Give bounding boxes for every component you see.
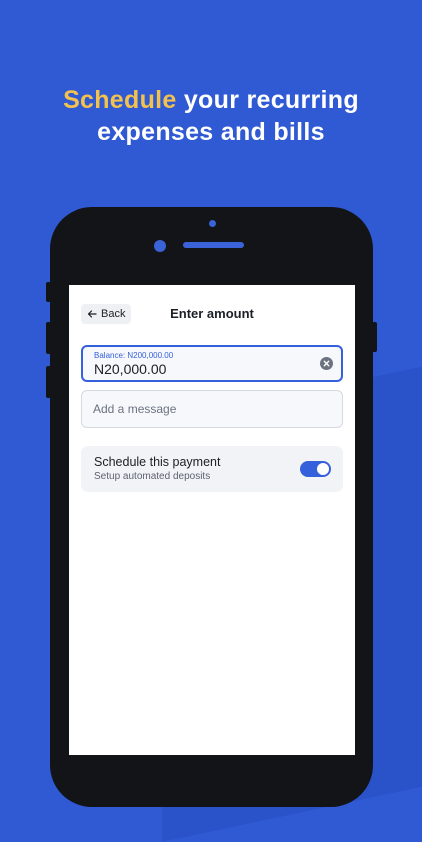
app-screen: Back Enter amount Balance: N200,000.00 N…: [69, 285, 355, 755]
amount-value[interactable]: N20,000.00: [94, 361, 166, 377]
headline-highlight: Schedule: [63, 86, 177, 114]
headline-line-1-rest: your recurring: [176, 86, 359, 114]
schedule-toggle[interactable]: [300, 461, 331, 477]
phone-speaker: [183, 242, 244, 248]
balance-label: Balance: N200,000.00: [94, 351, 174, 360]
schedule-payment-card: Schedule this payment Setup automated de…: [81, 446, 343, 492]
message-field[interactable]: [81, 390, 343, 428]
clear-circle-x-icon[interactable]: [320, 357, 333, 370]
message-input[interactable]: [82, 391, 342, 427]
headline-line-1: Schedule your recurring: [0, 84, 422, 116]
toggle-knob: [317, 463, 329, 475]
amount-field[interactable]: Balance: N200,000.00 N20,000.00: [81, 345, 343, 382]
page-title: Enter amount: [170, 306, 254, 321]
headline-line-2: expenses and bills: [97, 118, 325, 146]
phone-camera-lens: [154, 240, 166, 252]
phone-sensor-dot: [209, 220, 216, 227]
schedule-subtitle: Setup automated deposits: [94, 471, 211, 482]
promo-headline: Schedule your recurring expenses and bil…: [0, 84, 422, 148]
schedule-title: Schedule this payment: [94, 455, 221, 469]
